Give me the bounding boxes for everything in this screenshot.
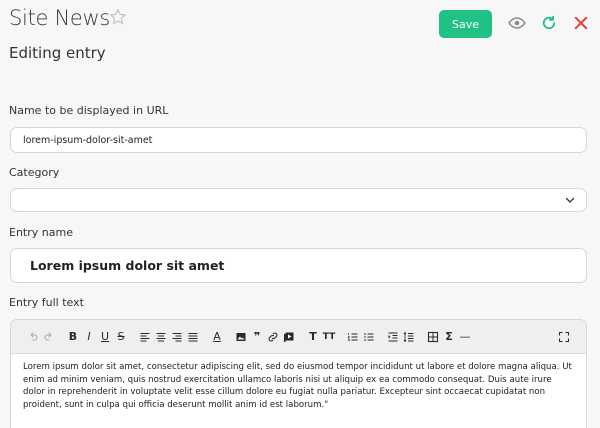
eye-icon xyxy=(508,17,526,29)
redo-icon[interactable] xyxy=(41,328,57,346)
category-label: Category xyxy=(9,166,60,179)
strikethrough-icon[interactable]: S xyxy=(113,328,129,346)
horizontal-rule-icon[interactable]: — xyxy=(457,328,473,346)
category-select[interactable] xyxy=(10,188,587,212)
image-icon[interactable] xyxy=(233,328,249,346)
align-right-icon[interactable] xyxy=(169,328,185,346)
link-icon[interactable] xyxy=(265,328,281,346)
unordered-list-icon[interactable] xyxy=(361,328,377,346)
save-button[interactable]: Save xyxy=(439,10,492,38)
close-button[interactable] xyxy=(572,14,590,32)
font-size-icon[interactable]: TT xyxy=(321,328,337,346)
refresh-button[interactable] xyxy=(540,14,558,32)
editor-content[interactable]: Lorem ipsum dolor sit amet, consectetur … xyxy=(11,354,586,418)
ordered-list-icon[interactable] xyxy=(345,328,361,346)
align-left-icon[interactable] xyxy=(137,328,153,346)
full-text-label: Entry full text xyxy=(9,296,84,309)
star-icon[interactable] xyxy=(109,8,127,26)
page-title: Site News xyxy=(9,6,111,30)
line-height-icon[interactable] xyxy=(401,328,417,346)
align-center-icon[interactable] xyxy=(153,328,169,346)
chevron-down-icon xyxy=(565,197,575,203)
italic-icon[interactable]: I xyxy=(81,328,97,346)
table-icon[interactable] xyxy=(425,328,441,346)
close-icon xyxy=(574,16,588,30)
text-color-icon[interactable]: A xyxy=(209,328,225,346)
page-subtitle: Editing entry xyxy=(9,44,106,62)
undo-icon[interactable] xyxy=(25,328,41,346)
rich-text-editor[interactable]: B I U S A ❞ T TT Σ — Lorem ipsum dolor s… xyxy=(10,319,587,428)
underline-icon[interactable]: U xyxy=(97,328,113,346)
heading-icon[interactable]: T xyxy=(305,328,321,346)
preview-button[interactable] xyxy=(508,14,526,32)
bold-icon[interactable]: B xyxy=(65,328,81,346)
editor-toolbar: B I U S A ❞ T TT Σ — xyxy=(11,320,586,354)
sigma-icon[interactable]: Σ xyxy=(441,328,457,346)
refresh-icon xyxy=(542,15,556,30)
align-justify-icon[interactable] xyxy=(185,328,201,346)
indent-icon[interactable] xyxy=(385,328,401,346)
url-label: Name to be displayed in URL xyxy=(9,104,169,117)
entry-name-input[interactable]: Lorem ipsum dolor sit amet xyxy=(10,248,587,283)
url-input[interactable]: lorem-ipsum-dolor-sit-amet xyxy=(10,127,587,153)
entry-name-label: Entry name xyxy=(9,226,73,239)
media-icon[interactable] xyxy=(281,328,297,346)
quote-icon[interactable]: ❞ xyxy=(249,328,265,346)
fullscreen-icon[interactable] xyxy=(556,328,572,346)
